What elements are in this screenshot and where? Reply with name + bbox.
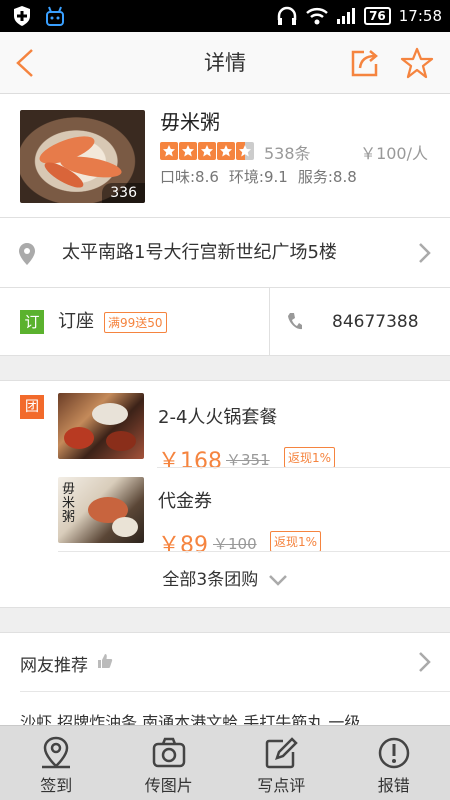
rating-stars: [160, 142, 254, 160]
chevron-down-icon: [268, 575, 287, 586]
clock: 17:58: [398, 7, 442, 25]
headphones-icon: [277, 6, 297, 25]
phone-icon[interactable]: [287, 312, 303, 332]
location-pin-icon: [42, 736, 71, 769]
booking-row: 订 订座 满99送50 84677388: [0, 288, 450, 356]
edit-icon: [266, 737, 299, 769]
cashback-badge: 返现1%: [284, 447, 336, 468]
location-pin-icon: [19, 243, 35, 265]
booking-label[interactable]: 订座: [58, 288, 94, 356]
star-icon: [217, 142, 235, 160]
group-buy-tag: 团: [20, 395, 44, 419]
thumbs-up-icon: [98, 654, 113, 668]
review-count: 538条: [264, 144, 311, 163]
status-bar: 76 17:58: [0, 0, 450, 32]
header-bar: 详情: [0, 32, 450, 94]
wifi-icon: [306, 8, 328, 25]
avg-price: ￥100/人: [360, 144, 428, 163]
booking-tag: 订: [20, 310, 44, 334]
signal-icon: [337, 8, 356, 24]
favorite-star-icon[interactable]: [400, 46, 434, 80]
camera-icon: [152, 737, 185, 768]
battery-indicator: 76: [364, 7, 391, 25]
tab-upload-photo[interactable]: 传图片: [113, 726, 226, 800]
deal-price: ￥168: [158, 449, 222, 474]
shield-icon: [14, 6, 30, 26]
recommend-title: 网友推荐: [20, 656, 88, 676]
tab-report-error[interactable]: 报错: [338, 726, 450, 800]
deal-photo: 毋米粥: [58, 477, 144, 543]
tab-label: 传图片: [144, 776, 193, 795]
half-star-icon: [236, 142, 254, 160]
tab-label: 签到: [40, 776, 73, 795]
divider: [157, 467, 450, 468]
robot-icon: [46, 6, 64, 26]
error-icon: [378, 737, 409, 769]
divider: [269, 288, 270, 356]
deal-title: 2-4人火锅套餐: [158, 407, 278, 428]
star-icon: [179, 142, 197, 160]
shop-photo[interactable]: 336: [20, 110, 145, 203]
chevron-right-icon: [419, 652, 431, 672]
deal-title: 代金券: [158, 491, 212, 512]
back-arrow-icon[interactable]: [12, 46, 42, 80]
star-icon: [160, 142, 178, 160]
recommend-section[interactable]: 网友推荐 沙虾 招牌炸油条 南通本港文蛤 手打牛筋丸 一级: [0, 632, 450, 732]
shop-name: 毋米粥: [160, 110, 220, 134]
address-row[interactable]: 太平南路1号大行宫新世纪广场5楼: [0, 218, 450, 288]
cashback-badge: 返现1%: [270, 531, 322, 552]
tab-checkin[interactable]: 签到: [0, 726, 113, 800]
score-list: 口味:8.6 环境:9.1 服务:8.8: [160, 166, 357, 187]
chevron-right-icon: [419, 243, 431, 263]
photo-count: 336: [102, 183, 145, 203]
page-title: 详情: [204, 51, 246, 75]
booking-promo-badge: 满99送50: [104, 312, 167, 333]
deal-photo: [58, 393, 144, 459]
all-group-buys-label: 全部3条团购: [162, 570, 259, 590]
environment-score: 环境:9.1: [228, 168, 288, 186]
bottom-tab-bar: 签到 传图片 写点评 报错: [0, 725, 450, 800]
star-icon: [198, 142, 216, 160]
all-group-buys-link[interactable]: 全部3条团购: [0, 565, 450, 590]
address-text: 太平南路1号大行宫新世纪广场5楼: [62, 242, 337, 263]
phone-number[interactable]: 84677388: [332, 288, 419, 356]
taste-score: 口味:8.6: [160, 168, 219, 186]
tab-label: 写点评: [257, 776, 306, 795]
tab-write-review[interactable]: 写点评: [225, 726, 338, 800]
service-score: 服务:8.8: [297, 168, 357, 186]
group-buy-section: 团 2-4人火锅套餐 ￥168 ￥351 返现1% 毋米粥 代金券 ￥89 ￥1…: [0, 380, 450, 608]
share-icon[interactable]: [348, 46, 382, 80]
shop-info-card[interactable]: 336 毋米粥 538条 ￥100/人 口味:8.6 环境:9.1 服务:8.8: [0, 94, 450, 218]
deal-price: ￥89: [158, 533, 208, 558]
tab-label: 报错: [377, 776, 410, 795]
divider: [58, 551, 450, 552]
divider: [20, 691, 450, 692]
